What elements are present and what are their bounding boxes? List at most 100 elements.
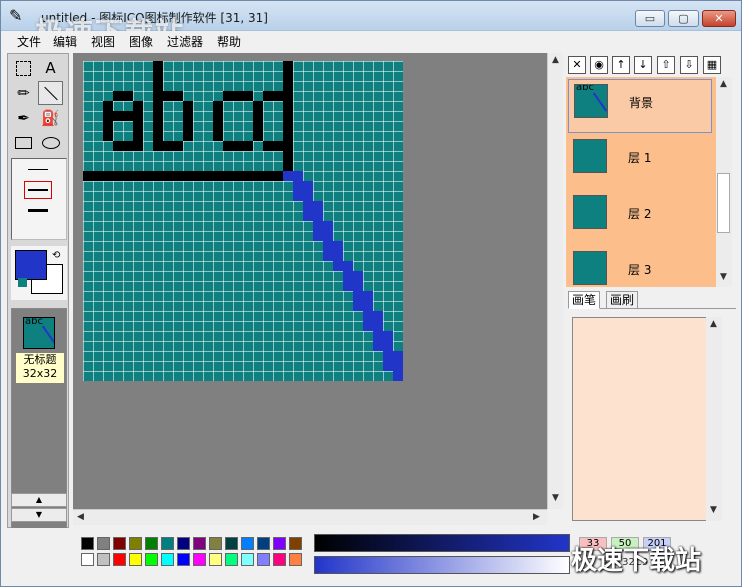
pencil-icon[interactable]: ✏ [11, 81, 36, 105]
palette-swatch[interactable] [145, 537, 158, 550]
tab-brush[interactable]: 画笔 [568, 291, 601, 309]
color-palette [81, 537, 305, 571]
menu-bar: 文件 编辑 视图 图像 过滤器 帮助 [1, 31, 741, 51]
palette-swatch[interactable] [209, 537, 222, 550]
menu-view[interactable]: 视图 [91, 33, 115, 50]
palette-swatch[interactable] [241, 537, 254, 550]
menu-image[interactable]: 图像 [129, 33, 153, 50]
palette-swatch[interactable] [289, 537, 302, 550]
fill-bucket-icon[interactable]: ⛽ [38, 106, 63, 130]
move-up-icon[interactable]: ↑ [612, 56, 630, 74]
layer-properties-icon[interactable]: ▦ [703, 56, 721, 74]
menu-help[interactable]: 帮助 [217, 33, 241, 50]
palette-swatch[interactable] [161, 537, 174, 550]
palette-swatch[interactable] [113, 553, 126, 566]
scroll-down-icon[interactable]: ▼ [552, 493, 559, 503]
layer-list: abc 背景 层 1 层 2 层 3 [566, 77, 716, 287]
document-list: abc 无标题 32x32 ▲ ▼ [11, 308, 67, 538]
layer-item-3[interactable]: 层 3 [568, 247, 712, 287]
palette-swatch[interactable] [225, 537, 238, 550]
palette-swatch[interactable] [257, 537, 270, 550]
layer-thumbnail [573, 251, 607, 285]
merge-up-icon[interactable]: ⇧ [657, 56, 675, 74]
document-name: 无标题 [23, 353, 57, 366]
move-down-icon[interactable]: ↓ [634, 56, 652, 74]
palette-swatch[interactable] [81, 553, 94, 566]
palette-swatch[interactable] [193, 553, 206, 566]
foreground-color[interactable] [15, 250, 47, 280]
menu-file[interactable]: 文件 [17, 33, 41, 50]
line-width-selected[interactable] [24, 181, 52, 199]
palette-swatch[interactable] [241, 553, 254, 566]
thumb-text: abc [25, 317, 43, 327]
scroll-down-icon[interactable]: ▼ [720, 272, 727, 282]
scroll-left-icon[interactable]: ◀ [77, 512, 84, 522]
canvas-vertical-scrollbar[interactable]: ▲ ▼ [547, 53, 563, 509]
layer-item-1[interactable]: 层 1 [568, 135, 712, 189]
palette-swatch[interactable] [193, 537, 206, 550]
color-selector: ⟲ [11, 246, 67, 300]
shade-gradient-dark[interactable] [314, 534, 570, 552]
layer-thumb-text: abc [576, 84, 594, 93]
scroll-thumb[interactable] [717, 173, 730, 233]
palette-swatch[interactable] [161, 553, 174, 566]
maximize-button[interactable]: ▢ [668, 10, 699, 27]
select-rect-icon[interactable] [11, 56, 36, 80]
document-thumbnail[interactable]: abc [23, 317, 55, 349]
palette-swatch[interactable] [177, 537, 190, 550]
canvas-horizontal-scrollbar[interactable]: ◀ ▶ [73, 509, 547, 525]
app-window: ✎ untitled - 图标ICO图标制作软件 [31, 31] 极速下载站 … [0, 0, 742, 587]
palette-swatch[interactable] [257, 553, 270, 566]
palette-swatch[interactable] [273, 537, 286, 550]
menu-edit[interactable]: 编辑 [53, 33, 77, 50]
tab-paint[interactable]: 画刷 [606, 291, 639, 309]
eye-icon[interactable]: ◉ [590, 56, 608, 74]
line-width-1[interactable] [28, 169, 48, 170]
ellipse-tool-icon[interactable] [38, 131, 63, 155]
palette-swatch[interactable] [273, 553, 286, 566]
palette-swatch[interactable] [113, 537, 126, 550]
menu-filter[interactable]: 过滤器 [167, 33, 203, 50]
palette-swatch[interactable] [177, 553, 190, 566]
brush-scrollbar[interactable]: ▲ ▼ [706, 317, 722, 521]
palette-swatch[interactable] [97, 537, 110, 550]
scroll-down-icon[interactable]: ▼ [710, 505, 717, 515]
palette-swatch[interactable] [129, 553, 142, 566]
scroll-up-icon[interactable]: ▲ [552, 55, 559, 65]
layer-name: 层 2 [628, 207, 652, 221]
layer-item-2[interactable]: 层 2 [568, 191, 712, 245]
swap-colors-icon[interactable]: ⟲ [52, 250, 60, 261]
default-colors-swatch[interactable] [18, 278, 27, 287]
scroll-up-icon[interactable]: ▲ [720, 79, 727, 89]
line-tool-icon[interactable] [38, 81, 63, 105]
palette-swatch[interactable] [209, 553, 222, 566]
palette-swatch[interactable] [81, 537, 94, 550]
scroll-up-icon[interactable]: ▲ [11, 493, 67, 507]
layer-thumbnail: abc [574, 84, 608, 118]
pixel-canvas[interactable] [83, 61, 403, 381]
rectangle-tool-icon[interactable] [11, 131, 36, 155]
scroll-right-icon[interactable]: ▶ [533, 512, 540, 522]
merge-down-icon[interactable]: ⇩ [680, 56, 698, 74]
layer-scrollbar[interactable]: ▲ ▼ [716, 77, 732, 287]
palette-swatch[interactable] [289, 553, 302, 566]
watermark-logo-bottom: 极速下载站 [571, 546, 702, 576]
shade-gradient-light[interactable] [314, 556, 570, 574]
text-tool-icon[interactable]: A [38, 56, 63, 80]
tool-palette: A ✏ ✒ ⛽ ⟲ abc 无标题 32x32 ▲ ▼ [7, 53, 69, 538]
palette-swatch[interactable] [225, 553, 238, 566]
eyedropper-icon[interactable]: ✒ [11, 106, 36, 130]
brush-tabs: 画笔 画刷 [568, 291, 736, 309]
minimize-button[interactable]: ▭ [635, 10, 665, 27]
layer-item-background[interactable]: abc 背景 [568, 79, 712, 133]
close-button[interactable]: ✕ [702, 10, 736, 27]
palette-swatch[interactable] [97, 553, 110, 566]
scroll-down-icon[interactable]: ▼ [11, 508, 67, 522]
delete-layer-icon[interactable]: ✕ [568, 56, 586, 74]
palette-swatch[interactable] [129, 537, 142, 550]
title-bar: ✎ untitled - 图标ICO图标制作软件 [31, 31] 极速下载站 … [1, 1, 741, 49]
palette-swatch[interactable] [145, 553, 158, 566]
scroll-up-icon[interactable]: ▲ [710, 319, 717, 329]
paintbrush-app-icon: ✎ [9, 6, 23, 25]
line-width-3[interactable] [28, 209, 48, 212]
